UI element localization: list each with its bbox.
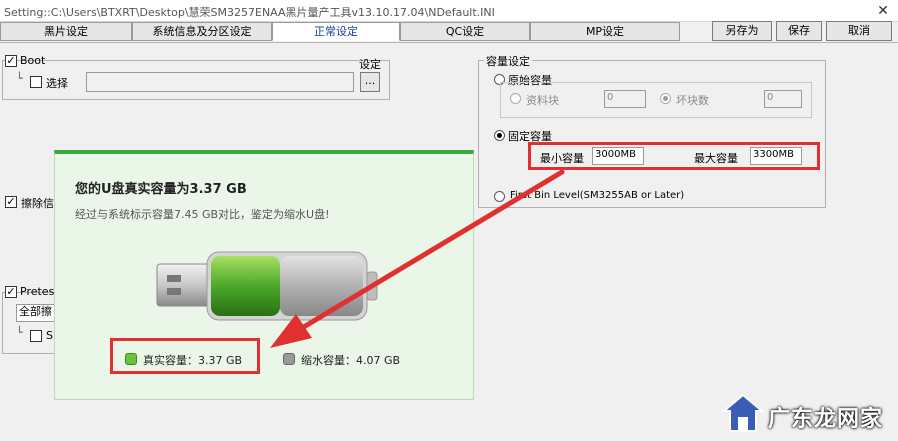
watermark-text: 广东龙网家 xyxy=(768,407,884,432)
watermark-logo: 广东龙网家 xyxy=(722,393,892,435)
watermark-house-icon xyxy=(722,393,764,432)
annotation-arrow xyxy=(270,169,565,348)
